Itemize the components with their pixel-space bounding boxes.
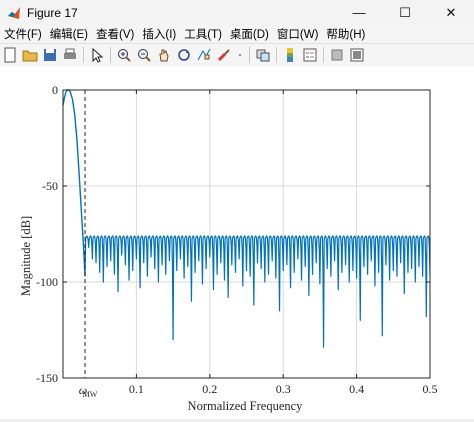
dropdown-arrow-icon[interactable] bbox=[236, 47, 244, 63]
menu-bar: 文件(F) 编辑(E) 查看(V) 插入(I) 工具(T) 桌面(D) 窗口(W… bbox=[0, 25, 474, 43]
figure-canvas: ω MW 0.1 0.2 0.3 0.4 0.5 0 -50 -100 -150 Normaliz… bbox=[0, 66, 474, 419]
menu-edit[interactable]: 编辑(E) bbox=[46, 26, 92, 42]
plot-area bbox=[63, 90, 430, 378]
minimize-button[interactable]: — bbox=[336, 0, 382, 25]
window-title: Figure 17 bbox=[27, 5, 78, 20]
open-file-icon[interactable] bbox=[22, 47, 38, 63]
toolbar-separator bbox=[110, 47, 111, 63]
new-figure-icon[interactable] bbox=[2, 47, 18, 63]
toolbar-separator bbox=[83, 47, 84, 63]
matlab-logo-icon bbox=[7, 6, 21, 20]
figure-toolbar bbox=[0, 43, 474, 67]
menu-desktop[interactable]: 桌面(D) bbox=[226, 26, 273, 42]
hide-plot-tools-icon[interactable] bbox=[329, 47, 345, 63]
x-tick-label: 0.2 bbox=[202, 382, 217, 396]
plot-svg: ωMW 0.1 0.2 0.3 0.4 0.50-50-100-150 Normaliz… bbox=[19, 83, 438, 413]
y-tick-label: -100 bbox=[36, 275, 58, 289]
print-icon[interactable] bbox=[62, 47, 78, 63]
y-axis-label: Magnitude [dB] bbox=[19, 216, 33, 296]
maximize-button[interactable]: ☐ bbox=[382, 0, 428, 25]
link-plot-icon[interactable] bbox=[255, 47, 271, 63]
menu-window[interactable]: 窗口(W) bbox=[273, 26, 323, 42]
zoom-in-icon[interactable] bbox=[116, 47, 132, 63]
menu-file[interactable]: 文件(F) bbox=[0, 26, 46, 42]
x-tick-label: 0.5 bbox=[423, 382, 438, 396]
title-bar: Figure 17 — ☐ ✕ bbox=[0, 0, 474, 25]
grid bbox=[63, 89, 431, 379]
brush-icon[interactable] bbox=[216, 47, 232, 63]
menu-tools[interactable]: 工具(T) bbox=[180, 26, 226, 42]
toolbar-separator bbox=[323, 47, 324, 63]
x-tick-label: 0.1 bbox=[129, 382, 144, 396]
data-cursor-icon[interactable] bbox=[196, 47, 212, 63]
x-tick-label: 0.3 bbox=[276, 382, 291, 396]
x-tick-label: 0.4 bbox=[349, 382, 364, 396]
toolbar-separator bbox=[249, 47, 250, 63]
colorbar-icon[interactable] bbox=[282, 47, 298, 63]
rotate-3d-icon[interactable] bbox=[176, 47, 192, 63]
pan-hand-icon[interactable] bbox=[156, 47, 172, 63]
y-tick-label: -50 bbox=[42, 179, 58, 193]
close-button[interactable]: ✕ bbox=[428, 0, 474, 25]
menu-help[interactable]: 帮助(H) bbox=[322, 26, 369, 42]
y-tick-label: 0 bbox=[52, 83, 58, 97]
menu-insert[interactable]: 插入(I) bbox=[138, 26, 180, 42]
y-tick-label: -150 bbox=[36, 371, 58, 385]
toolbar-separator bbox=[276, 47, 277, 63]
save-icon[interactable] bbox=[42, 47, 58, 63]
pointer-icon[interactable] bbox=[89, 47, 105, 63]
marker-tick-subscript: MW bbox=[83, 390, 98, 399]
x-axis-label: Normalized Frequency bbox=[188, 399, 304, 413]
menu-view[interactable]: 查看(V) bbox=[92, 26, 138, 42]
show-plot-tools-icon[interactable] bbox=[349, 47, 365, 63]
legend-icon[interactable] bbox=[302, 47, 318, 63]
zoom-out-icon[interactable] bbox=[136, 47, 152, 63]
